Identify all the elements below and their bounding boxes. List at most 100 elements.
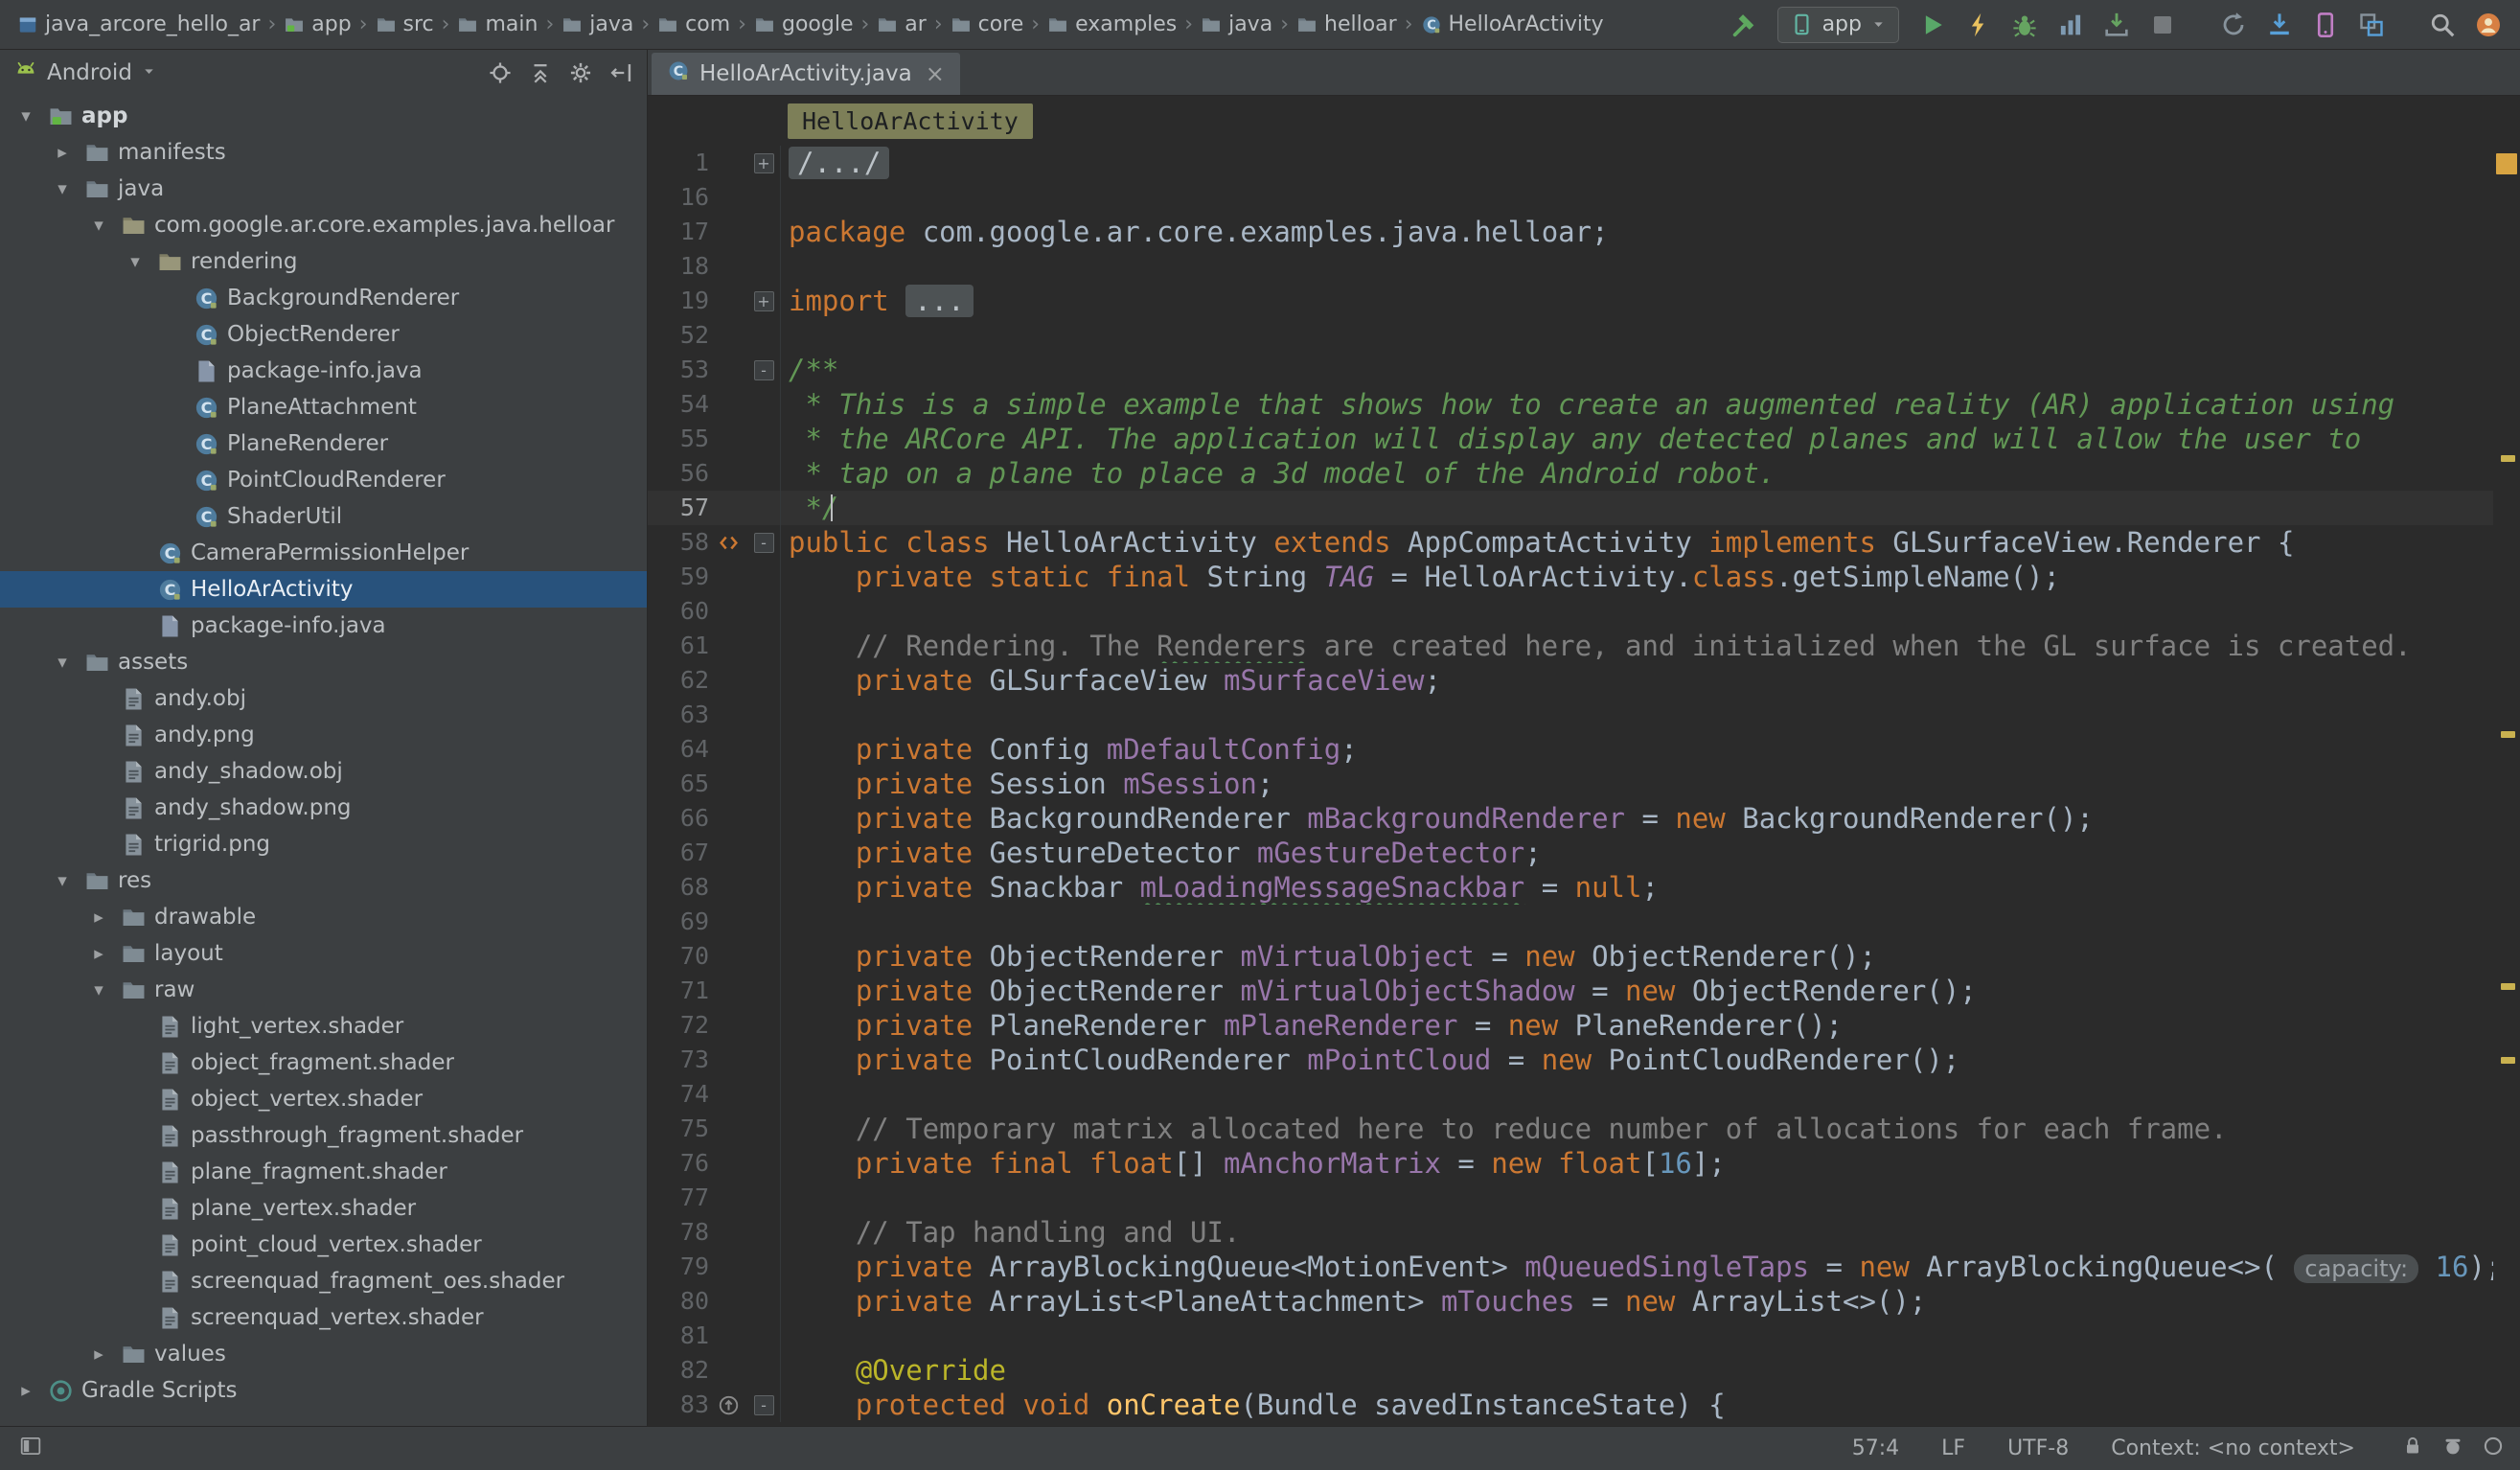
breadcrumb-item[interactable]: google bbox=[750, 11, 858, 38]
breadcrumb-class-chip[interactable]: HelloArActivity bbox=[788, 103, 1033, 139]
code-line-64[interactable]: 64 private Config mDefaultConfig; bbox=[648, 732, 2493, 767]
avatar-button[interactable] bbox=[2470, 7, 2507, 43]
code-line-74[interactable]: 74 bbox=[648, 1077, 2493, 1112]
chevron-down-icon[interactable]: ▾ bbox=[121, 251, 149, 272]
sdk-manager-button[interactable] bbox=[2261, 7, 2298, 43]
breadcrumb-item[interactable]: java bbox=[1197, 11, 1276, 38]
code-line-52[interactable]: 52 bbox=[648, 318, 2493, 353]
tree-item-com-google-ar-core-examples-java-helloar[interactable]: ▾com.google.ar.core.examples.java.helloa… bbox=[0, 207, 647, 243]
hide-panel-button[interactable] bbox=[608, 60, 633, 85]
code-line-60[interactable]: 60 bbox=[648, 594, 2493, 629]
scrollbar-error-stripe[interactable] bbox=[2493, 146, 2520, 1426]
code-line-78[interactable]: 78 // Tap handling and UI. bbox=[648, 1215, 2493, 1250]
run-button[interactable] bbox=[1914, 7, 1951, 43]
code-line-57[interactable]: 57 */ bbox=[648, 491, 2493, 525]
tree-item-andy-shadow-obj[interactable]: andy_shadow.obj bbox=[0, 753, 647, 790]
code-line-83[interactable]: 83- protected void onCreate(Bundle saved… bbox=[648, 1388, 2493, 1422]
tree-item-screenquad-vertex-shader[interactable]: screenquad_vertex.shader bbox=[0, 1299, 647, 1336]
tree-item-trigrid-png[interactable]: trigrid.png bbox=[0, 826, 647, 862]
chevron-right-icon[interactable]: ▸ bbox=[84, 907, 113, 928]
code-line-65[interactable]: 65 private Session mSession; bbox=[648, 767, 2493, 801]
breadcrumb-item[interactable]: examples bbox=[1043, 11, 1180, 38]
locate-button[interactable] bbox=[488, 60, 513, 85]
code-line-62[interactable]: 62 private GLSurfaceView mSurfaceView; bbox=[648, 663, 2493, 698]
tree-item-andy-shadow-png[interactable]: andy_shadow.png bbox=[0, 790, 647, 826]
code-line-54[interactable]: 54 * This is a simple example that shows… bbox=[648, 387, 2493, 422]
code-line-17[interactable]: 17package com.google.ar.core.examples.ja… bbox=[648, 215, 2493, 249]
close-icon[interactable]: × bbox=[922, 60, 945, 87]
tree-item-andy-png[interactable]: andy.png bbox=[0, 717, 647, 753]
warning-stripe-mark[interactable] bbox=[2501, 983, 2515, 990]
avd-manager-button[interactable] bbox=[2307, 7, 2344, 43]
tree-item-point-cloud-vertex-shader[interactable]: point_cloud_vertex.shader bbox=[0, 1227, 647, 1263]
tree-item-gradle-scripts[interactable]: ▸Gradle Scripts bbox=[0, 1372, 647, 1409]
file-status-marker[interactable] bbox=[2496, 153, 2517, 174]
tree-item-backgroundrenderer[interactable]: CBackgroundRenderer bbox=[0, 280, 647, 316]
tree-item-layout[interactable]: ▸layout bbox=[0, 935, 647, 972]
project-view-selector[interactable]: Android bbox=[13, 57, 157, 88]
code-area[interactable]: 1+/.../1617package com.google.ar.core.ex… bbox=[648, 146, 2493, 1426]
tree-item-object-vertex-shader[interactable]: object_vertex.shader bbox=[0, 1081, 647, 1117]
code-line-19[interactable]: 19+import ... bbox=[648, 284, 2493, 318]
breadcrumb-item[interactable]: helloar bbox=[1293, 11, 1401, 38]
breadcrumb-item[interactable]: ar bbox=[873, 11, 930, 38]
profile-button[interactable] bbox=[2052, 7, 2089, 43]
settings-gear-button[interactable] bbox=[568, 60, 593, 85]
tree-item-res[interactable]: ▾res bbox=[0, 862, 647, 899]
tree-item-camerapermissionhelper[interactable]: CCameraPermissionHelper bbox=[0, 535, 647, 571]
collapse-all-button[interactable] bbox=[528, 60, 553, 85]
tree-item-raw[interactable]: ▾raw bbox=[0, 972, 647, 1008]
highlight-ring-button[interactable] bbox=[2482, 1435, 2505, 1463]
fold-expand-icon[interactable]: + bbox=[754, 153, 774, 173]
code-line-81[interactable]: 81 bbox=[648, 1319, 2493, 1353]
chevron-right-icon[interactable]: ▸ bbox=[84, 1344, 113, 1365]
tree-item-assets[interactable]: ▾assets bbox=[0, 644, 647, 680]
build-hammer-button[interactable] bbox=[1726, 7, 1762, 43]
code-line-77[interactable]: 77 bbox=[648, 1181, 2493, 1215]
tree-item-andy-obj[interactable]: andy.obj bbox=[0, 680, 647, 717]
code-line-63[interactable]: 63 bbox=[648, 698, 2493, 732]
warning-stripe-mark[interactable] bbox=[2501, 455, 2515, 462]
gutter-icon-slot[interactable] bbox=[709, 1388, 747, 1422]
code-line-59[interactable]: 59 private static final String TAG = Hel… bbox=[648, 560, 2493, 594]
tree-item-planeattachment[interactable]: CPlaneAttachment bbox=[0, 389, 647, 425]
breadcrumb-item[interactable]: app bbox=[280, 11, 355, 38]
lock-button[interactable] bbox=[2401, 1435, 2424, 1463]
code-line-67[interactable]: 67 private GestureDetector mGestureDetec… bbox=[648, 836, 2493, 870]
chevron-down-icon[interactable]: ▾ bbox=[48, 652, 77, 673]
tree-item-values[interactable]: ▸values bbox=[0, 1336, 647, 1372]
code-line-58[interactable]: 58-public class HelloArActivity extends … bbox=[648, 525, 2493, 560]
breadcrumb-item[interactable]: src bbox=[372, 11, 438, 38]
code-line-76[interactable]: 76 private final float[] mAnchorMatrix =… bbox=[648, 1146, 2493, 1181]
toolwindows-button[interactable] bbox=[19, 1435, 42, 1463]
code-line-56[interactable]: 56 * tap on a plane to place a 3d model … bbox=[648, 456, 2493, 491]
code-line-16[interactable]: 16 bbox=[648, 180, 2493, 215]
tree-item-shaderutil[interactable]: CShaderUtil bbox=[0, 498, 647, 535]
code-line-68[interactable]: 68 private Snackbar mLoadingMessageSnack… bbox=[648, 870, 2493, 905]
tree-item-helloaractivity[interactable]: CHelloArActivity bbox=[0, 571, 647, 608]
chevron-down-icon[interactable]: ▾ bbox=[48, 178, 77, 199]
fold-collapse-icon[interactable]: - bbox=[754, 533, 774, 553]
apply-changes-button[interactable] bbox=[1960, 7, 1997, 43]
caret-position-widget[interactable]: 57:4 bbox=[1852, 1436, 1899, 1460]
tree-item-pointcloudrenderer[interactable]: CPointCloudRenderer bbox=[0, 462, 647, 498]
warning-stripe-mark[interactable] bbox=[2501, 1057, 2515, 1064]
code-line-61[interactable]: 61 // Rendering. The Renderers are creat… bbox=[648, 629, 2493, 663]
tree-item-plane-fragment-shader[interactable]: plane_fragment.shader bbox=[0, 1154, 647, 1190]
code-editor[interactable]: 1+/.../1617package com.google.ar.core.ex… bbox=[648, 146, 2520, 1426]
code-line-72[interactable]: 72 private PlaneRenderer mPlaneRenderer … bbox=[648, 1008, 2493, 1043]
code-line-71[interactable]: 71 private ObjectRenderer mVirtualObject… bbox=[648, 974, 2493, 1008]
code-line-70[interactable]: 70 private ObjectRenderer mVirtualObject… bbox=[648, 939, 2493, 974]
hector-button[interactable] bbox=[2441, 1435, 2464, 1463]
chevron-right-icon[interactable]: ▸ bbox=[48, 142, 77, 163]
search-button[interactable] bbox=[2424, 7, 2461, 43]
tree-item-drawable[interactable]: ▸drawable bbox=[0, 899, 647, 935]
context-widget[interactable]: Context: <no context> bbox=[2111, 1436, 2355, 1460]
code-line-18[interactable]: 18 bbox=[648, 249, 2493, 284]
layout-inspector-button[interactable] bbox=[2353, 7, 2390, 43]
tree-item-light-vertex-shader[interactable]: light_vertex.shader bbox=[0, 1008, 647, 1045]
attach-debugger-button[interactable] bbox=[2098, 7, 2135, 43]
breadcrumb-item[interactable]: CHelloArActivity bbox=[1417, 11, 1608, 38]
code-line-75[interactable]: 75 // Temporary matrix allocated here to… bbox=[648, 1112, 2493, 1146]
sync-button[interactable] bbox=[2215, 7, 2252, 43]
